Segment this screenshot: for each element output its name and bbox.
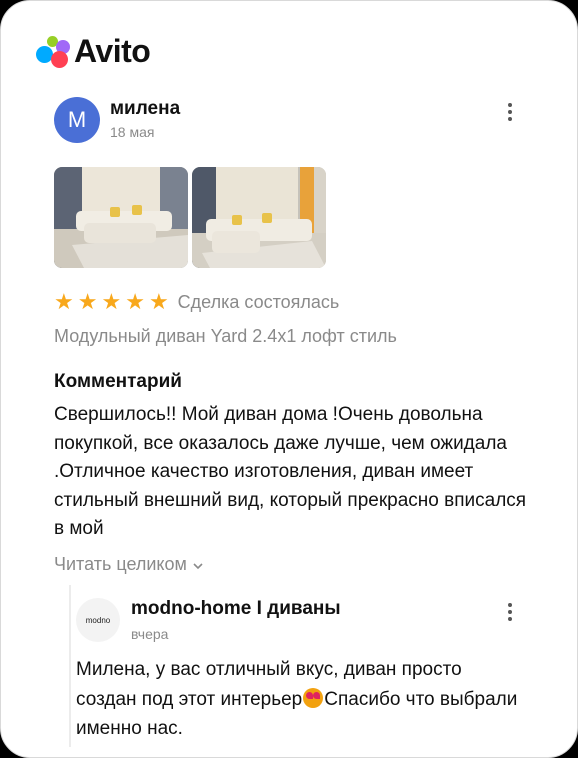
- review-photo-2[interactable]: [192, 167, 326, 268]
- star-icon: ★: [148, 289, 169, 314]
- more-vertical-icon[interactable]: [508, 103, 512, 124]
- brand-name: Avito: [74, 33, 151, 69]
- review-date: 18 мая: [110, 124, 155, 140]
- read-more-label: Читать целиком: [54, 554, 187, 574]
- avito-logo: Avito: [36, 33, 151, 70]
- product-name[interactable]: Модульный диван Yard 2.4x1 лофт стиль: [54, 326, 397, 347]
- seller-reply-header[interactable]: modno modno-home I диваны вчера: [76, 598, 341, 642]
- rating-stars: ★ ★ ★ ★ ★: [54, 291, 169, 313]
- deal-status: Сделка состоялась: [177, 291, 340, 312]
- star-icon: ★: [125, 289, 145, 314]
- star-icon: ★: [54, 289, 74, 314]
- review-author[interactable]: М милена 18 мая: [54, 97, 180, 143]
- smiling-face-with-heart-eyes-icon: [303, 687, 324, 708]
- review-photo-1[interactable]: [54, 167, 188, 268]
- shop-name[interactable]: modno-home I диваны: [131, 598, 341, 620]
- review-card: Avito М милена 18 мая ★ ★ ★ ★ ★ Сделка с…: [0, 0, 578, 758]
- more-vertical-icon[interactable]: [508, 603, 512, 624]
- author-name[interactable]: милена: [110, 98, 180, 120]
- reply-divider: [69, 585, 71, 747]
- read-more-link[interactable]: Читать целиком: [54, 554, 204, 575]
- rating-row: ★ ★ ★ ★ ★ Сделка состоялась: [54, 291, 339, 313]
- comment-heading: Комментарий: [54, 371, 182, 392]
- shop-avatar[interactable]: modno: [76, 598, 120, 642]
- star-icon: ★: [77, 289, 98, 314]
- chevron-down-icon: [193, 563, 203, 570]
- review-photos: [54, 167, 326, 268]
- avatar[interactable]: М: [54, 97, 100, 143]
- reply-date: вчера: [131, 626, 169, 642]
- star-icon: ★: [101, 289, 122, 314]
- comment-text: Свершилось!! Мой диван дома !Очень довол…: [54, 404, 527, 539]
- reply-text: Милена, у вас отличный вкус, диван прост…: [76, 655, 526, 744]
- avito-logo-icon: [36, 34, 72, 70]
